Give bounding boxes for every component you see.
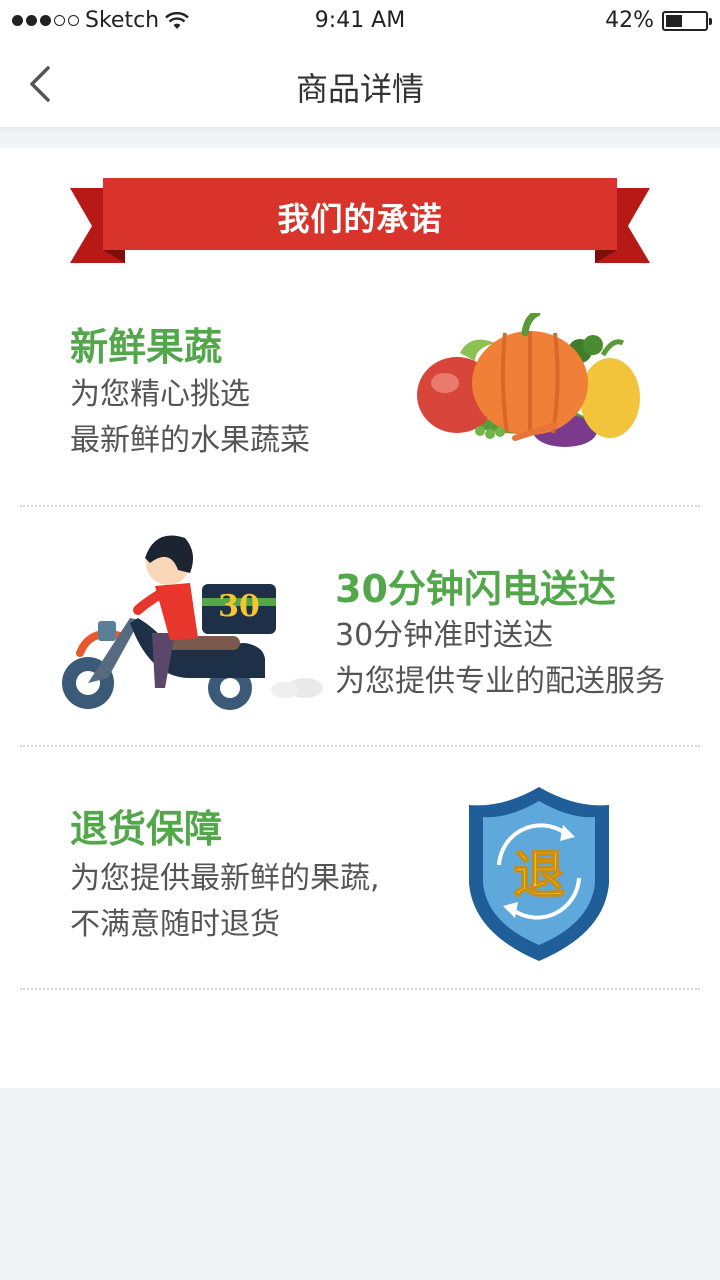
- delivery-badge: 30: [218, 589, 260, 624]
- section-line-1: 为您精心挑选: [70, 377, 250, 412]
- divider: [20, 745, 700, 747]
- page-title: 商品详情: [295, 70, 424, 108]
- status-bar: Sketch 9:41 AM 42%: [0, 0, 720, 42]
- vegetables-icon: [417, 313, 640, 447]
- promise-card: 我们的承诺 新鲜果蔬 为您精心挑选 最新鲜的水果蔬菜 30 30分钟闪电送达 3…: [0, 148, 720, 1088]
- battery-percent: 42%: [605, 8, 654, 33]
- section-title: 30分钟闪电送达: [335, 567, 616, 611]
- section-line-2: 最新鲜的水果蔬菜: [70, 423, 310, 458]
- section-title: 新鲜果蔬: [70, 325, 223, 369]
- section-line-1: 为您提供最新鲜的果蔬,: [70, 861, 380, 896]
- banner-title: 我们的承诺: [277, 200, 443, 238]
- section-return-guarantee: 退货保障 为您提供最新鲜的果蔬, 不满意随时退货 退: [0, 758, 720, 978]
- scooter-delivery-icon: 30: [62, 535, 323, 710]
- status-right: 42%: [605, 8, 712, 33]
- divider: [20, 505, 700, 507]
- return-badge: 退: [513, 846, 565, 906]
- navigation-bar: 商品详情: [0, 40, 720, 128]
- section-fast-delivery: 30 30分钟闪电送达 30分钟准时送达 为您提供专业的配送服务: [0, 513, 720, 743]
- section-line-2: 不满意随时退货: [70, 907, 280, 942]
- section-line-1: 30分钟准时送达: [335, 618, 554, 653]
- section-title: 退货保障: [70, 807, 223, 851]
- section-fresh-produce: 新鲜果蔬 为您精心挑选 最新鲜的水果蔬菜: [0, 298, 720, 498]
- battery-icon: [662, 10, 712, 31]
- divider: [20, 988, 700, 990]
- return-shield-icon: 退: [469, 787, 609, 961]
- section-line-2: 为您提供专业的配送服务: [335, 664, 665, 699]
- promise-banner: 我们的承诺: [70, 178, 650, 264]
